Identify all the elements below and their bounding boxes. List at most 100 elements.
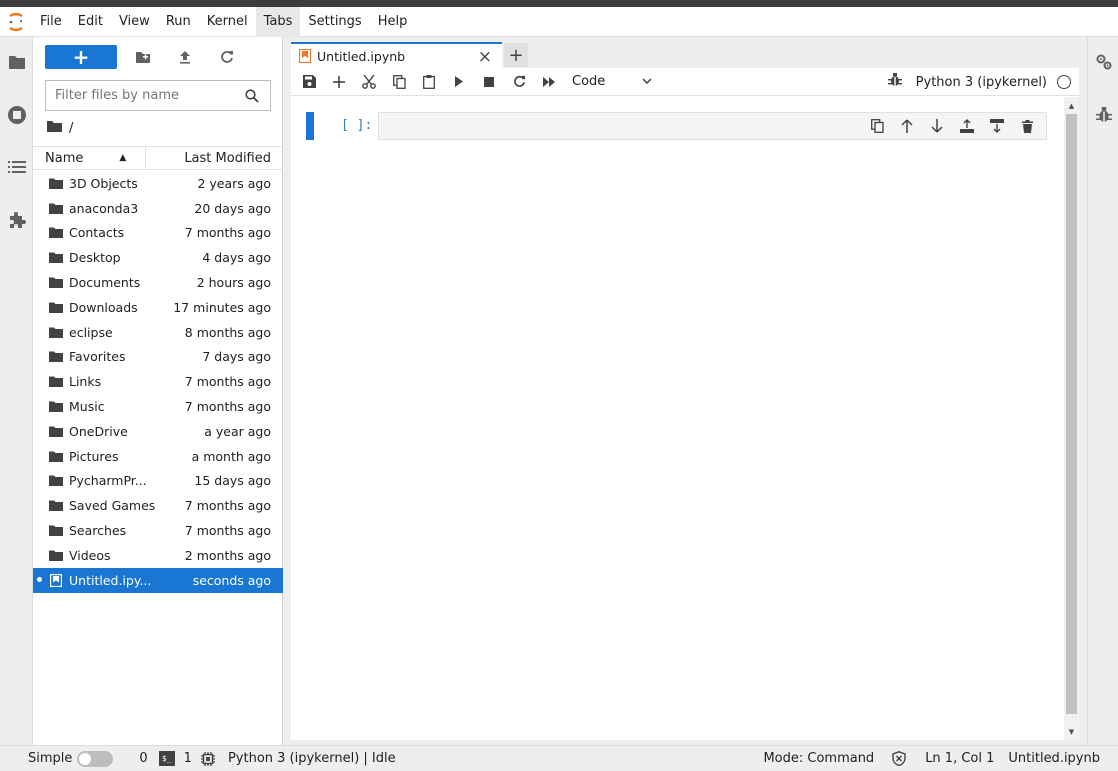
file-list-item[interactable]: 3D Objects 2 years ago	[33, 171, 283, 196]
folder-icon	[48, 523, 64, 539]
new-launcher-button[interactable]: +	[45, 45, 117, 69]
column-last-modified-header[interactable]: Last Modified	[146, 151, 283, 166]
file-list-item[interactable]: PycharmPr... 15 days ago	[33, 469, 283, 494]
file-list-item[interactable]: eclipse 8 months ago	[33, 320, 283, 345]
active-cell-indicator	[306, 112, 314, 140]
file-modified: a year ago	[204, 423, 271, 439]
extension-icon[interactable]	[0, 205, 33, 235]
file-list-item[interactable]: Videos 2 months ago	[33, 543, 283, 568]
move-up-icon[interactable]	[892, 115, 922, 137]
interrupt-kernel-icon[interactable]	[474, 70, 504, 94]
file-name: Searches	[69, 523, 127, 539]
right-sidebar	[1087, 37, 1118, 745]
kernel-name-button[interactable]: Python 3 (ipykernel)	[916, 75, 1047, 90]
folder-icon	[48, 250, 64, 266]
folder-icon[interactable]	[0, 47, 33, 77]
search-icon	[240, 88, 264, 103]
status-bar: Simple 0 $_ 1 Python 3 (ipykernel) | Idl…	[0, 745, 1118, 771]
menu-kernel[interactable]: Kernel	[199, 7, 256, 37]
code-cell-input[interactable]	[378, 112, 1047, 140]
move-down-icon[interactable]	[922, 115, 952, 137]
insert-cell-icon[interactable]	[324, 70, 354, 94]
home-folder-icon[interactable]	[47, 120, 62, 136]
file-name: PycharmPr...	[69, 473, 147, 489]
notebook-toolbar: Code Python 3 (ipykernel)	[291, 68, 1079, 96]
file-list-item[interactable]: Favorites 7 days ago	[33, 345, 283, 370]
upload-icon[interactable]	[173, 45, 197, 69]
add-tab-button[interactable]: +	[504, 43, 528, 67]
folder-icon	[48, 299, 64, 315]
file-modified: 7 days ago	[202, 349, 271, 365]
file-list-item[interactable]: Contacts 7 months ago	[33, 221, 283, 246]
running-sessions-icon[interactable]	[0, 100, 33, 130]
scroll-down-arrow-icon[interactable]: ▼	[1064, 723, 1079, 740]
menu-view[interactable]: View	[111, 7, 158, 37]
debugger-panel-icon[interactable]	[1088, 100, 1118, 130]
cut-icon[interactable]	[354, 70, 384, 94]
scroll-thumb[interactable]	[1066, 114, 1077, 714]
file-list-item[interactable]: Desktop 4 days ago	[33, 245, 283, 270]
file-list-item[interactable]: Pictures a month ago	[33, 444, 283, 469]
debugger-icon[interactable]	[887, 73, 902, 91]
save-icon[interactable]	[294, 70, 324, 94]
vertical-scrollbar[interactable]: ▲ ▼	[1064, 97, 1079, 740]
file-list: 3D Objects 2 years ago anaconda3 20 days ag…	[33, 171, 283, 593]
column-name-header[interactable]: Name ▲	[33, 146, 146, 170]
menu-file[interactable]: File	[32, 7, 70, 37]
menu-run[interactable]: Run	[158, 7, 199, 37]
menu-tabs[interactable]: Tabs	[255, 6, 301, 37]
file-list-item[interactable]: OneDrive a year ago	[33, 419, 283, 444]
copy-icon[interactable]	[384, 70, 414, 94]
file-name: Documents	[69, 275, 141, 291]
simple-mode-toggle[interactable]	[77, 750, 114, 767]
file-name: anaconda3	[69, 200, 139, 216]
menu-edit[interactable]: Edit	[70, 7, 111, 37]
tab-untitled-notebook[interactable]: Untitled.ipynb ×	[291, 42, 502, 68]
scroll-up-arrow-icon[interactable]: ▲	[1064, 97, 1079, 114]
folder-icon	[48, 349, 64, 365]
column-name-label: Name	[45, 150, 84, 166]
restart-run-all-icon[interactable]	[534, 70, 564, 94]
file-list-item[interactable]: Downloads 17 minutes ago	[33, 295, 283, 320]
folder-icon	[48, 498, 64, 514]
menu-help[interactable]: Help	[370, 7, 416, 37]
filter-files-input[interactable]	[46, 88, 240, 103]
cell-type-select[interactable]: Code	[572, 74, 652, 89]
close-tab-icon[interactable]: ×	[478, 47, 492, 67]
breadcrumb-root[interactable]: /	[69, 121, 73, 136]
trust-shield-icon[interactable]	[892, 751, 906, 766]
file-list-item[interactable]: anaconda3 20 days ago	[33, 196, 283, 221]
folder-icon	[48, 547, 64, 563]
file-name: OneDrive	[69, 423, 128, 439]
kernel-status-text[interactable]: Python 3 (ipykernel) | Idle	[228, 751, 396, 766]
file-list-item[interactable]: Searches 7 months ago	[33, 518, 283, 543]
table-of-contents-icon[interactable]	[0, 152, 33, 182]
file-list-item[interactable]: Music 7 months ago	[33, 394, 283, 419]
insert-below-icon[interactable]	[982, 115, 1012, 137]
file-list-item[interactable]: Links 7 months ago	[33, 369, 283, 394]
file-name: Contacts	[69, 225, 125, 241]
new-folder-icon[interactable]	[131, 45, 155, 69]
restart-kernel-icon[interactable]	[504, 70, 534, 94]
property-inspector-icon[interactable]	[1088, 47, 1118, 77]
delete-cell-icon[interactable]	[1012, 115, 1042, 137]
file-list-item[interactable]: Documents 2 hours ago	[33, 270, 283, 295]
filter-files-field[interactable]	[45, 80, 271, 111]
kernel-idle-indicator-icon	[1057, 75, 1071, 89]
file-modified: 15 days ago	[194, 473, 271, 489]
insert-above-icon[interactable]	[952, 115, 982, 137]
cell-type-value: Code	[572, 74, 606, 89]
paste-icon[interactable]	[414, 70, 444, 94]
file-list-item[interactable]: Saved Games 7 months ago	[33, 493, 283, 518]
terminal-icon[interactable]: $_	[158, 751, 175, 766]
jupyter-logo-icon	[0, 7, 32, 37]
menu-settings[interactable]: Settings	[300, 7, 369, 37]
file-name: Pictures	[69, 448, 119, 464]
file-list-item[interactable]: Untitled.ipy... seconds ago	[33, 567, 283, 593]
cursor-position[interactable]: Ln 1, Col 1	[925, 751, 994, 766]
run-cell-icon[interactable]	[444, 70, 474, 94]
file-modified: 7 months ago	[184, 225, 271, 241]
duplicate-cell-icon[interactable]	[862, 115, 892, 137]
refresh-icon[interactable]	[215, 45, 239, 69]
kernel-chip-icon[interactable]	[200, 751, 215, 766]
